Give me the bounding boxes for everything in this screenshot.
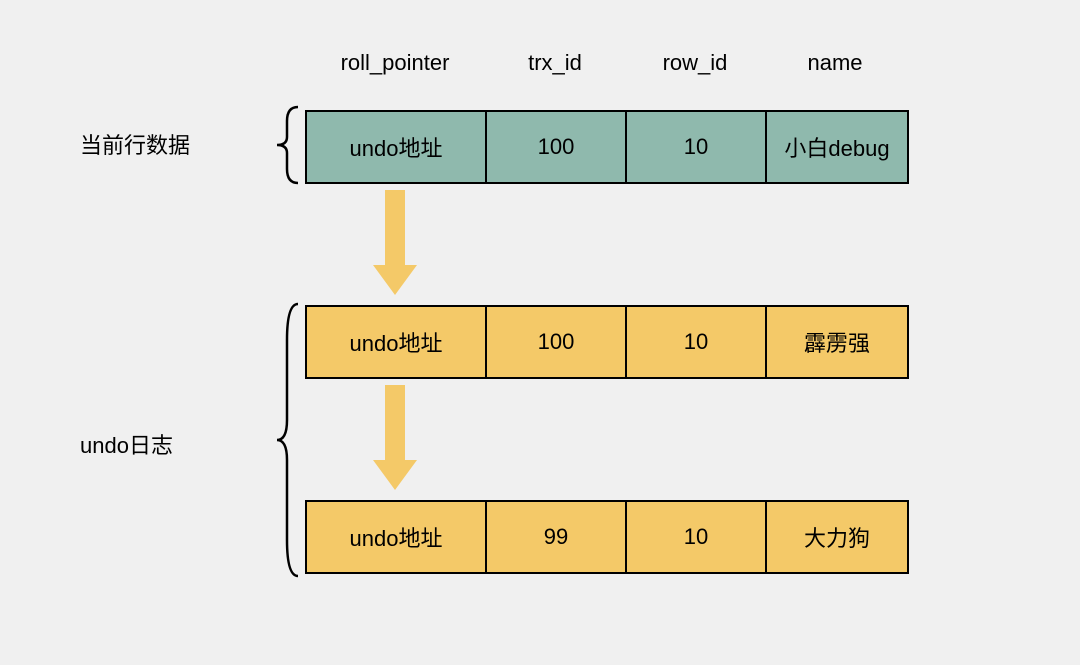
column-headers: roll_pointer trx_id row_id name (305, 50, 905, 76)
cell-name: 小白debug (767, 112, 907, 182)
arrow-down-icon (380, 190, 410, 295)
cell-roll-pointer: undo地址 (307, 112, 487, 182)
header-trx-id: trx_id (485, 50, 625, 76)
cell-name: 霹雳强 (767, 307, 907, 377)
current-row-record: undo地址 100 10 小白debug (305, 110, 909, 184)
cell-trx-id: 100 (487, 307, 627, 377)
arrow-down-icon (380, 385, 410, 490)
cell-roll-pointer: undo地址 (307, 502, 487, 572)
cell-trx-id: 99 (487, 502, 627, 572)
header-name: name (765, 50, 905, 76)
label-current-row: 当前行数据 (80, 128, 190, 160)
header-row-id: row_id (625, 50, 765, 76)
cell-row-id: 10 (627, 307, 767, 377)
header-roll-pointer: roll_pointer (305, 50, 485, 76)
undo-record-1: undo地址 100 10 霹雳强 (305, 305, 909, 379)
cell-roll-pointer: undo地址 (307, 307, 487, 377)
brace-icon (273, 300, 303, 580)
cell-row-id: 10 (627, 502, 767, 572)
cell-trx-id: 100 (487, 112, 627, 182)
cell-row-id: 10 (627, 112, 767, 182)
cell-name: 大力狗 (767, 502, 907, 572)
brace-icon (273, 105, 303, 185)
undo-record-2: undo地址 99 10 大力狗 (305, 500, 909, 574)
label-undo-log: undo日志 (80, 428, 173, 460)
